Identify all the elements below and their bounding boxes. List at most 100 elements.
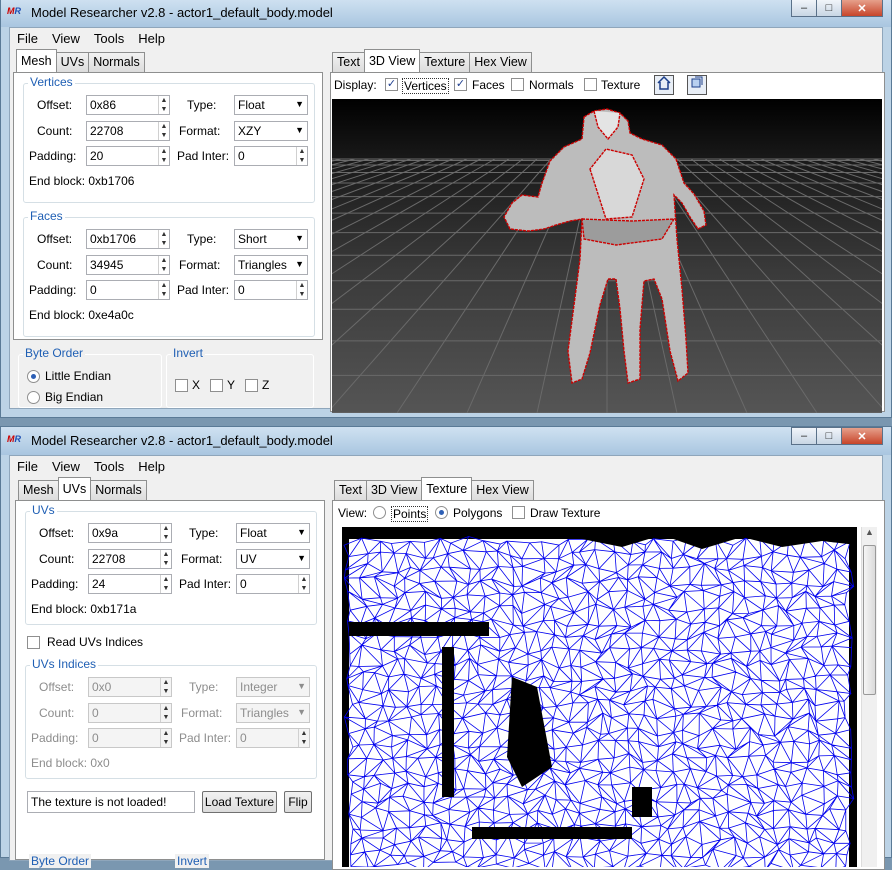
- menu-tools[interactable]: Tools: [87, 31, 131, 46]
- uvs-count-input[interactable]: 22708 ▲ ▼: [88, 549, 172, 569]
- texture-label: Texture: [601, 78, 641, 92]
- uv-viewport[interactable]: [342, 527, 857, 867]
- spinner-arrows-icon[interactable]: ▲ ▼: [298, 575, 309, 593]
- uvs-type-select[interactable]: Float ▼: [236, 523, 310, 543]
- menu-view[interactable]: View: [45, 31, 87, 46]
- texture-checkbox[interactable]: [584, 78, 597, 91]
- title-bar[interactable]: MR Model Researcher v2.8 - actor1_defaul…: [1, 0, 891, 27]
- tab-normals[interactable]: Normals: [88, 52, 145, 72]
- tab-hex-view[interactable]: Hex View: [469, 52, 532, 72]
- points-radio[interactable]: [373, 506, 386, 519]
- indices-type-value: Integer: [240, 680, 278, 694]
- floor-grid-line: [802, 158, 882, 186]
- spinner-arrows-icon[interactable]: ▲ ▼: [296, 147, 307, 165]
- uvs-padinter-input[interactable]: 0 ▲ ▼: [236, 574, 310, 594]
- tab-texture[interactable]: Texture: [419, 52, 471, 72]
- spinner-arrows-icon[interactable]: ▲ ▼: [158, 281, 169, 299]
- title-bar[interactable]: MR Model Researcher v2.8 - actor1_defaul…: [1, 427, 891, 455]
- tab-mesh[interactable]: Mesh: [16, 49, 57, 72]
- faces-offset-input[interactable]: 0xb1706 ▲ ▼: [86, 229, 170, 249]
- spinner-arrows-icon[interactable]: ▲ ▼: [158, 256, 169, 274]
- big-endian-radio[interactable]: [27, 391, 40, 404]
- maximize-icon[interactable]: □: [816, 427, 842, 445]
- spinner-arrows-icon[interactable]: ▲ ▼: [160, 550, 171, 568]
- read-uv-indices-checkbox[interactable]: [27, 636, 40, 649]
- scroll-thumb[interactable]: [863, 545, 876, 695]
- tab-hex-view[interactable]: Hex View: [471, 480, 534, 500]
- tab-uvs[interactable]: UVs: [57, 477, 92, 500]
- tab-3d-view[interactable]: 3D View: [363, 49, 421, 72]
- vertices-offset-input[interactable]: 0x86 ▲ ▼: [86, 95, 170, 115]
- tab-3d-view[interactable]: 3D View: [365, 480, 423, 500]
- scroll-up-icon[interactable]: ▲: [862, 527, 877, 543]
- tab-normals[interactable]: Normals: [90, 480, 147, 500]
- close-icon[interactable]: ✕: [841, 0, 883, 17]
- little-endian-radio[interactable]: [27, 370, 40, 383]
- padding-label: Padding:: [31, 577, 79, 591]
- tab-text[interactable]: Text: [334, 480, 367, 500]
- tab-uvs[interactable]: UVs: [55, 52, 90, 72]
- tab-texture[interactable]: Texture: [421, 477, 473, 500]
- format-label: Format:: [181, 706, 223, 720]
- format-label: Format:: [179, 124, 221, 138]
- floor-grid-line: [332, 158, 412, 186]
- faces-format-select[interactable]: Triangles ▼: [234, 255, 308, 275]
- byte-order-title: Byte Order: [29, 854, 92, 868]
- invert-y-checkbox[interactable]: [210, 379, 223, 392]
- vertical-scrollbar[interactable]: ▲: [861, 527, 877, 867]
- close-icon[interactable]: ✕: [841, 427, 883, 445]
- faces-padinter-input[interactable]: 0 ▲ ▼: [234, 280, 308, 300]
- floor-grid-line: [718, 158, 882, 252]
- draw-texture-checkbox[interactable]: [512, 506, 525, 519]
- spinner-arrows-icon[interactable]: ▲ ▼: [160, 524, 171, 542]
- uvs-padding-input[interactable]: 24 ▲ ▼: [88, 574, 172, 594]
- floor-grid-line: [332, 158, 384, 174]
- faces-count-value: 34945: [90, 258, 124, 272]
- maximize-icon[interactable]: □: [816, 0, 842, 17]
- minimize-icon[interactable]: –: [791, 0, 817, 17]
- menu-file[interactable]: File: [10, 31, 45, 46]
- uvs-format-select[interactable]: UV ▼: [236, 549, 310, 569]
- count-label: Count:: [39, 706, 75, 720]
- draw-texture-label: Draw Texture: [530, 506, 601, 520]
- tab-mesh[interactable]: Mesh: [18, 480, 59, 500]
- vertices-type-select[interactable]: Float ▼: [234, 95, 308, 115]
- padinter-label: Pad Inter:: [177, 283, 230, 297]
- spinner-arrows-icon[interactable]: ▲ ▼: [158, 96, 169, 114]
- spinner-arrows-icon[interactable]: ▲ ▼: [158, 230, 169, 248]
- spinner-arrows-icon[interactable]: ▲ ▼: [158, 122, 169, 140]
- spinner-arrows-icon[interactable]: ▲ ▼: [296, 281, 307, 299]
- vertices-checkbox[interactable]: ✓: [385, 78, 398, 91]
- uvs-endblock: End block: 0xb171a: [31, 602, 137, 616]
- reset-camera-icon[interactable]: [687, 75, 707, 95]
- faces-padding-input[interactable]: 0 ▲ ▼: [86, 280, 170, 300]
- floor-grid-line: [858, 158, 882, 166]
- polygons-radio[interactable]: [435, 506, 448, 519]
- invert-z-checkbox[interactable]: [245, 379, 258, 392]
- home-view-icon[interactable]: [654, 75, 674, 95]
- vertices-format-select[interactable]: XZY ▼: [234, 121, 308, 141]
- faces-type-select[interactable]: Short ▼: [234, 229, 308, 249]
- spinner-arrows-icon[interactable]: ▲ ▼: [160, 575, 171, 593]
- vertices-count-input[interactable]: 22708 ▲ ▼: [86, 121, 170, 141]
- menu-file[interactable]: File: [10, 459, 45, 474]
- vertices-padinter-input[interactable]: 0 ▲ ▼: [234, 146, 308, 166]
- menu-view[interactable]: View: [45, 459, 87, 474]
- invert-title: Invert: [175, 854, 210, 868]
- uvs-offset-input[interactable]: 0x9a ▲ ▼: [88, 523, 172, 543]
- menu-help[interactable]: Help: [131, 31, 172, 46]
- normals-checkbox[interactable]: [511, 78, 524, 91]
- flip-button[interactable]: Flip: [284, 791, 312, 813]
- faces-checkbox[interactable]: ✓: [454, 78, 467, 91]
- load-texture-button[interactable]: Load Texture: [202, 791, 277, 813]
- menu-help[interactable]: Help: [131, 459, 172, 474]
- menu-tools[interactable]: Tools: [87, 459, 131, 474]
- 3d-viewport[interactable]: [332, 99, 882, 413]
- vertices-padinter-value: 0: [238, 149, 245, 163]
- tab-text[interactable]: Text: [332, 52, 365, 72]
- minimize-icon[interactable]: –: [791, 427, 817, 445]
- faces-count-input[interactable]: 34945 ▲ ▼: [86, 255, 170, 275]
- spinner-arrows-icon[interactable]: ▲ ▼: [158, 147, 169, 165]
- vertices-padding-input[interactable]: 20 ▲ ▼: [86, 146, 170, 166]
- invert-x-checkbox[interactable]: [175, 379, 188, 392]
